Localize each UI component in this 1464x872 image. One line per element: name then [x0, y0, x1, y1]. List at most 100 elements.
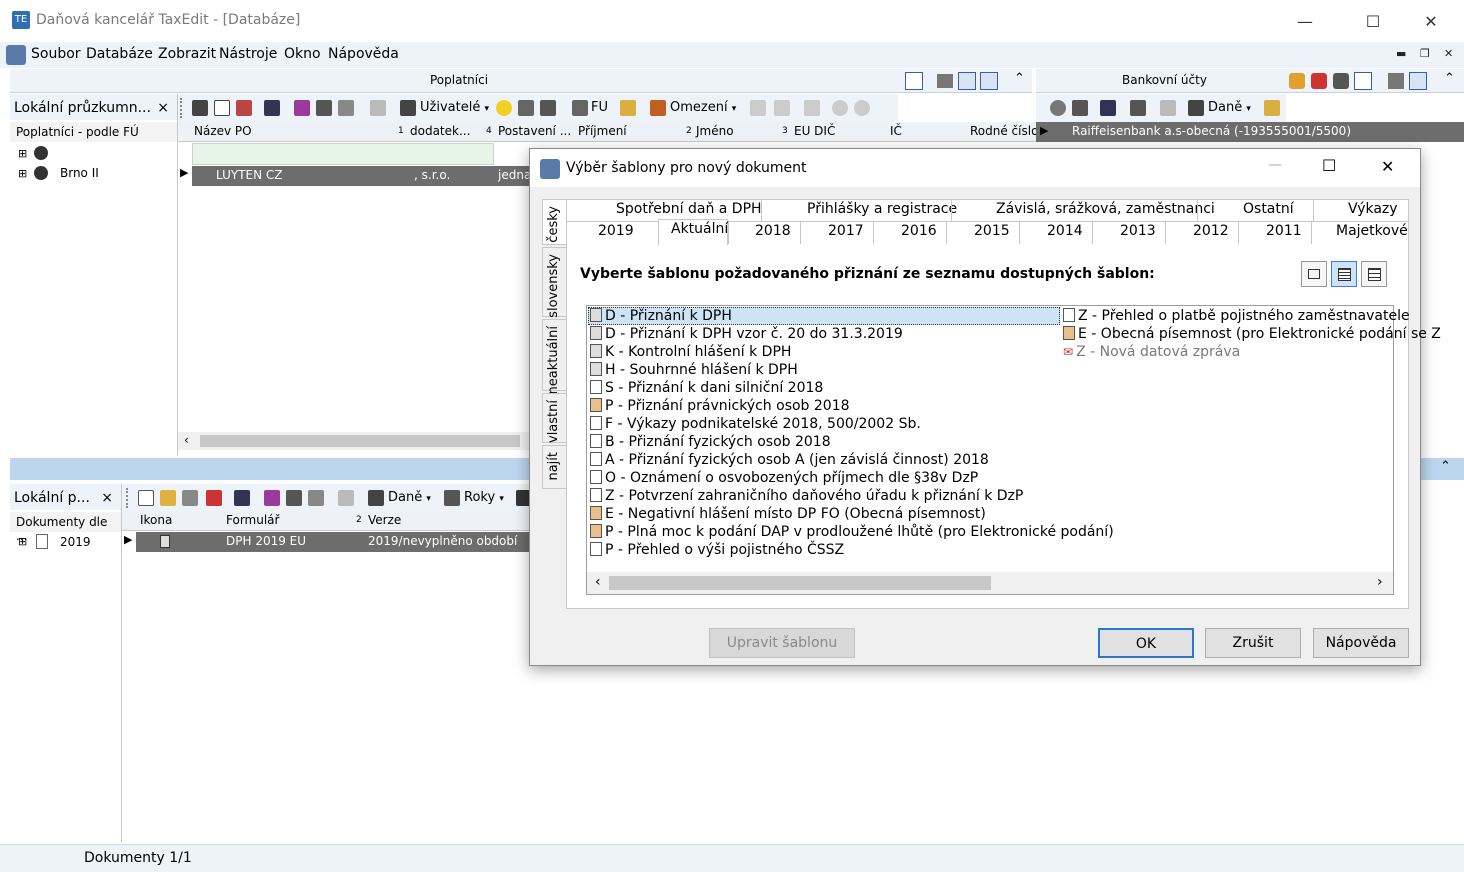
list-item[interactable]: ✉ Z - Nová datová zpráva — [1063, 343, 1240, 361]
list-item[interactable]: B - Přiznání fyzických osob 2018 — [590, 433, 831, 451]
col-nazev-po[interactable]: Název PO — [194, 124, 252, 138]
tree-expand-icon[interactable]: ⊞ — [18, 535, 27, 548]
bank-search-icon[interactable] — [1130, 100, 1146, 116]
details-view-icon[interactable] — [1361, 261, 1387, 287]
fu-button[interactable]: FU — [591, 99, 608, 117]
list-item[interactable]: D - Přiznání k DPH — [590, 307, 732, 325]
dialog-close-button[interactable]: ✕ — [1381, 157, 1394, 176]
list-item[interactable]: D - Přiznání k DPH vzor č. 20 do 31.3.20… — [590, 325, 903, 343]
trash-icon[interactable] — [370, 100, 386, 116]
sort-icon[interactable] — [264, 100, 280, 116]
tree-view-alt-icon[interactable] — [980, 72, 998, 90]
tree-expand-icon[interactable]: ⊞ — [18, 147, 27, 160]
list-item[interactable]: Z - Přehled o platbě pojistného zaměstna… — [1063, 307, 1410, 325]
list-item[interactable]: O - Oznámení o osvobozených příjmech dle… — [590, 469, 978, 487]
scroll-right-icon[interactable]: › — [1377, 574, 1383, 590]
vtab-najit[interactable]: najít — [542, 445, 566, 489]
tree-view-icon[interactable] — [958, 72, 976, 90]
open-folder-icon[interactable] — [160, 490, 176, 506]
tab-zavisla[interactable]: Závislá, srážková, zaměstnanci — [996, 201, 1215, 217]
search-person-icon[interactable] — [316, 100, 332, 116]
mdi-restore-icon[interactable]: ❐ — [1420, 47, 1430, 60]
document-explorer-close-button[interactable]: × — [101, 490, 113, 506]
scroll-left-icon[interactable]: ‹ — [184, 433, 189, 447]
export-icon[interactable] — [236, 100, 252, 116]
tag-icon[interactable] — [620, 100, 636, 116]
table-row[interactable]: LUYTEN CZ , s.r.o. jedna — [192, 166, 532, 186]
bank-users-icon[interactable] — [1289, 73, 1305, 89]
tab-2018[interactable]: 2018 — [755, 223, 791, 239]
col-verze[interactable]: Verze — [368, 513, 401, 527]
local-explorer-close-button[interactable]: × — [157, 100, 169, 116]
col-jmeno[interactable]: Jméno — [696, 124, 734, 138]
doc-window-icon[interactable] — [308, 490, 324, 506]
list-item[interactable]: Z - Potvrzení zahraničního daňového úřad… — [590, 487, 1023, 505]
table-icon[interactable] — [214, 100, 230, 116]
expand-up-icon[interactable]: ⌃ — [1440, 459, 1451, 474]
tree-node-brno[interactable]: Brno II — [60, 166, 99, 180]
tab-spotrebni-dan[interactable]: Spotřební daň a DPH — [616, 201, 762, 217]
vtab-cesky[interactable]: česky — [542, 199, 566, 245]
menu-soubor[interactable]: Soubor — [31, 46, 81, 62]
mdi-close-icon[interactable]: ✕ — [1444, 47, 1453, 60]
large-icons-view-icon[interactable] — [1301, 261, 1327, 287]
bank-key-icon[interactable] — [1333, 73, 1349, 89]
list-item[interactable]: H - Souhrnné hlášení k DPH — [590, 361, 798, 379]
list-horizontal-scrollbar[interactable]: ‹ › — [587, 572, 1393, 594]
filter-row[interactable] — [192, 143, 494, 165]
list-view-selected-icon[interactable] — [1331, 261, 1357, 287]
person-icon[interactable] — [192, 100, 208, 116]
bank-new-icon[interactable] — [1072, 100, 1088, 116]
list-view-icon[interactable] — [937, 74, 953, 88]
close-button[interactable]: ✕ — [1408, 8, 1454, 36]
doc-search-icon[interactable] — [286, 490, 302, 506]
horizontal-scrollbar[interactable]: ‹ — [178, 432, 530, 450]
list-item[interactable]: S - Přiznání k dani silniční 2018 — [590, 379, 823, 397]
doc-taxes-dropdown-button[interactable]: Daně ▾ — [388, 489, 431, 507]
new-document-icon[interactable] — [138, 490, 154, 506]
template-list[interactable]: D - Přiznání k DPH D - Přiznání k DPH vzo… — [586, 305, 1441, 595]
bank-settings-icon[interactable] — [1311, 73, 1327, 89]
doc-trash-icon[interactable] — [338, 490, 354, 506]
col-ikona[interactable]: Ikona — [140, 513, 172, 527]
bank-taxes-dropdown-button[interactable]: Daně ▾ — [1208, 99, 1251, 117]
bank-tag-icon[interactable] — [1264, 100, 1280, 116]
tab-2019[interactable]: 2019 — [598, 223, 634, 239]
dialog-minimize-button[interactable]: — — [1268, 157, 1282, 173]
link-icon[interactable] — [540, 100, 556, 116]
tab-prihlasky[interactable]: Přihlášky a registrace — [807, 201, 957, 217]
col-postaveni[interactable]: Postavení ... — [498, 124, 571, 138]
tab-ostatni[interactable]: Ostatní — [1243, 201, 1294, 217]
bank-taxes-icon[interactable] — [1188, 100, 1204, 116]
list-item[interactable]: E - Negativní hlášení místo DP FO (Obecn… — [590, 505, 986, 523]
users-view-icon[interactable] — [905, 72, 923, 90]
menu-nastroje[interactable]: Nástroje — [219, 46, 277, 62]
tab-majetkove[interactable]: Majetkové — [1336, 223, 1408, 239]
list-item[interactable]: E - Obecná písemnost (pro Elektronické p… — [1063, 325, 1441, 343]
restriction-dropdown-button[interactable]: Omezení ▾ — [670, 99, 736, 117]
list-item[interactable]: P - Přiznání právnických osob 2018 — [590, 397, 850, 415]
years-dropdown-button[interactable]: Roky ▾ — [464, 489, 504, 507]
bank-sort-icon[interactable] — [1100, 100, 1116, 116]
tab-vykazy[interactable]: Výkazy — [1348, 201, 1398, 217]
tree-expand-icon[interactable]: ⊞ — [18, 167, 27, 180]
tab-2013[interactable]: 2013 — [1120, 223, 1156, 239]
restriction-icon[interactable] — [650, 100, 666, 116]
thumb-icon[interactable] — [518, 100, 534, 116]
print-icon[interactable] — [182, 490, 198, 506]
db-menu-icon[interactable] — [6, 45, 26, 65]
tree-node-2019[interactable]: 2019 — [60, 535, 91, 549]
menu-napoveda[interactable]: Nápověda — [328, 46, 399, 62]
col-eu-dic[interactable]: EU DIČ — [794, 124, 835, 138]
col-dodatek[interactable]: dodatek... — [410, 124, 470, 138]
list-item[interactable]: P - Přehled o výši pojistného ČSSZ — [590, 541, 844, 559]
doc-sort-icon[interactable] — [234, 490, 250, 506]
col-ic[interactable]: IČ — [890, 124, 902, 138]
bell-icon[interactable] — [1050, 100, 1066, 116]
list-item[interactable]: A - Přiznání fyzických osob A (jen závis… — [590, 451, 989, 469]
mdi-minimize-icon[interactable]: ▬ — [1396, 47, 1406, 60]
edit-template-button[interactable]: Upravit šablonu — [709, 628, 855, 658]
bank-tree-alt-icon[interactable] — [1409, 72, 1427, 90]
menu-databaze[interactable]: Databáze — [86, 46, 153, 62]
users-dropdown-button[interactable]: Uživatelé ▾ — [420, 99, 489, 117]
